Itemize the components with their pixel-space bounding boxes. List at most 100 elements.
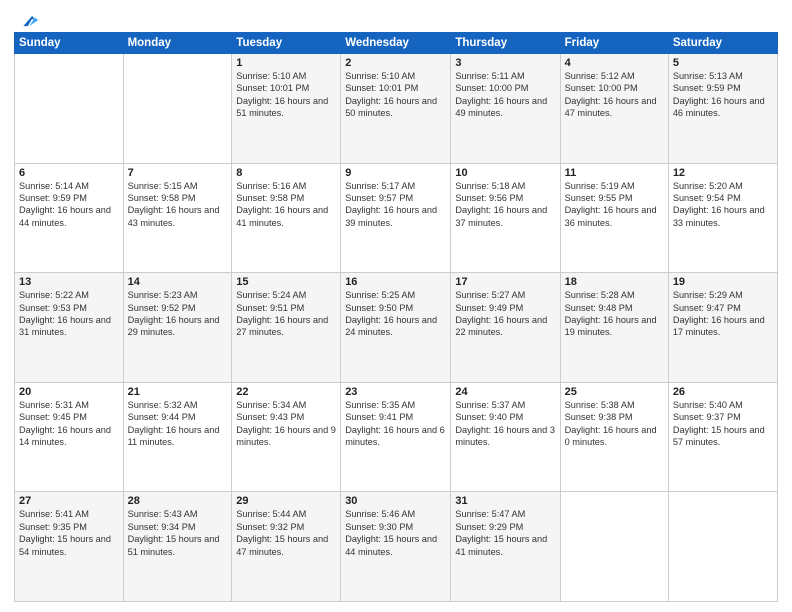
- day-cell: 5Sunrise: 5:13 AM Sunset: 9:59 PM Daylig…: [668, 54, 777, 164]
- day-content: Sunrise: 5:19 AM Sunset: 9:55 PM Dayligh…: [565, 180, 664, 230]
- day-number: 27: [19, 495, 119, 507]
- day-cell: 29Sunrise: 5:44 AM Sunset: 9:32 PM Dayli…: [232, 492, 341, 602]
- day-number: 6: [19, 167, 119, 179]
- day-content: Sunrise: 5:43 AM Sunset: 9:34 PM Dayligh…: [128, 508, 228, 558]
- day-content: Sunrise: 5:28 AM Sunset: 9:48 PM Dayligh…: [565, 289, 664, 339]
- day-number: 10: [455, 167, 555, 179]
- day-content: Sunrise: 5:10 AM Sunset: 10:01 PM Daylig…: [345, 70, 446, 120]
- col-header-sunday: Sunday: [15, 33, 124, 54]
- day-content: Sunrise: 5:13 AM Sunset: 9:59 PM Dayligh…: [673, 70, 773, 120]
- day-cell: 19Sunrise: 5:29 AM Sunset: 9:47 PM Dayli…: [668, 273, 777, 383]
- day-cell: 30Sunrise: 5:46 AM Sunset: 9:30 PM Dayli…: [341, 492, 451, 602]
- day-cell: 22Sunrise: 5:34 AM Sunset: 9:43 PM Dayli…: [232, 382, 341, 492]
- day-cell: [123, 54, 232, 164]
- day-cell: 15Sunrise: 5:24 AM Sunset: 9:51 PM Dayli…: [232, 273, 341, 383]
- day-cell: 13Sunrise: 5:22 AM Sunset: 9:53 PM Dayli…: [15, 273, 124, 383]
- logo-icon: [16, 10, 38, 32]
- day-content: Sunrise: 5:23 AM Sunset: 9:52 PM Dayligh…: [128, 289, 228, 339]
- day-content: Sunrise: 5:18 AM Sunset: 9:56 PM Dayligh…: [455, 180, 555, 230]
- day-cell: 31Sunrise: 5:47 AM Sunset: 9:29 PM Dayli…: [451, 492, 560, 602]
- day-content: Sunrise: 5:11 AM Sunset: 10:00 PM Daylig…: [455, 70, 555, 120]
- day-number: 20: [19, 386, 119, 398]
- day-number: 14: [128, 276, 228, 288]
- day-cell: 12Sunrise: 5:20 AM Sunset: 9:54 PM Dayli…: [668, 163, 777, 273]
- day-number: 25: [565, 386, 664, 398]
- day-content: Sunrise: 5:27 AM Sunset: 9:49 PM Dayligh…: [455, 289, 555, 339]
- day-number: 24: [455, 386, 555, 398]
- day-content: Sunrise: 5:32 AM Sunset: 9:44 PM Dayligh…: [128, 399, 228, 449]
- day-cell: 4Sunrise: 5:12 AM Sunset: 10:00 PM Dayli…: [560, 54, 668, 164]
- day-content: Sunrise: 5:47 AM Sunset: 9:29 PM Dayligh…: [455, 508, 555, 558]
- day-cell: 2Sunrise: 5:10 AM Sunset: 10:01 PM Dayli…: [341, 54, 451, 164]
- day-number: 29: [236, 495, 336, 507]
- day-cell: 6Sunrise: 5:14 AM Sunset: 9:59 PM Daylig…: [15, 163, 124, 273]
- col-header-tuesday: Tuesday: [232, 33, 341, 54]
- day-cell: 17Sunrise: 5:27 AM Sunset: 9:49 PM Dayli…: [451, 273, 560, 383]
- week-row-5: 27Sunrise: 5:41 AM Sunset: 9:35 PM Dayli…: [15, 492, 778, 602]
- day-content: Sunrise: 5:17 AM Sunset: 9:57 PM Dayligh…: [345, 180, 446, 230]
- day-number: 21: [128, 386, 228, 398]
- day-number: 17: [455, 276, 555, 288]
- day-content: Sunrise: 5:15 AM Sunset: 9:58 PM Dayligh…: [128, 180, 228, 230]
- day-number: 3: [455, 57, 555, 69]
- day-number: 19: [673, 276, 773, 288]
- day-content: Sunrise: 5:29 AM Sunset: 9:47 PM Dayligh…: [673, 289, 773, 339]
- day-cell: 10Sunrise: 5:18 AM Sunset: 9:56 PM Dayli…: [451, 163, 560, 273]
- day-content: Sunrise: 5:10 AM Sunset: 10:01 PM Daylig…: [236, 70, 336, 120]
- day-number: 9: [345, 167, 446, 179]
- calendar-table: SundayMondayTuesdayWednesdayThursdayFrid…: [14, 32, 778, 602]
- day-cell: [15, 54, 124, 164]
- day-number: 1: [236, 57, 336, 69]
- week-row-2: 6Sunrise: 5:14 AM Sunset: 9:59 PM Daylig…: [15, 163, 778, 273]
- day-number: 5: [673, 57, 773, 69]
- day-number: 28: [128, 495, 228, 507]
- week-row-4: 20Sunrise: 5:31 AM Sunset: 9:45 PM Dayli…: [15, 382, 778, 492]
- day-cell: 9Sunrise: 5:17 AM Sunset: 9:57 PM Daylig…: [341, 163, 451, 273]
- day-cell: 20Sunrise: 5:31 AM Sunset: 9:45 PM Dayli…: [15, 382, 124, 492]
- day-content: Sunrise: 5:24 AM Sunset: 9:51 PM Dayligh…: [236, 289, 336, 339]
- day-content: Sunrise: 5:25 AM Sunset: 9:50 PM Dayligh…: [345, 289, 446, 339]
- week-row-1: 1Sunrise: 5:10 AM Sunset: 10:01 PM Dayli…: [15, 54, 778, 164]
- day-cell: 14Sunrise: 5:23 AM Sunset: 9:52 PM Dayli…: [123, 273, 232, 383]
- day-content: Sunrise: 5:34 AM Sunset: 9:43 PM Dayligh…: [236, 399, 336, 449]
- day-cell: 8Sunrise: 5:16 AM Sunset: 9:58 PM Daylig…: [232, 163, 341, 273]
- day-content: Sunrise: 5:44 AM Sunset: 9:32 PM Dayligh…: [236, 508, 336, 558]
- day-cell: 24Sunrise: 5:37 AM Sunset: 9:40 PM Dayli…: [451, 382, 560, 492]
- day-cell: 27Sunrise: 5:41 AM Sunset: 9:35 PM Dayli…: [15, 492, 124, 602]
- day-cell: 3Sunrise: 5:11 AM Sunset: 10:00 PM Dayli…: [451, 54, 560, 164]
- day-number: 8: [236, 167, 336, 179]
- day-cell: 11Sunrise: 5:19 AM Sunset: 9:55 PM Dayli…: [560, 163, 668, 273]
- col-header-saturday: Saturday: [668, 33, 777, 54]
- day-cell: 1Sunrise: 5:10 AM Sunset: 10:01 PM Dayli…: [232, 54, 341, 164]
- day-number: 16: [345, 276, 446, 288]
- logo: [14, 10, 38, 28]
- col-header-thursday: Thursday: [451, 33, 560, 54]
- col-header-friday: Friday: [560, 33, 668, 54]
- day-content: Sunrise: 5:38 AM Sunset: 9:38 PM Dayligh…: [565, 399, 664, 449]
- day-number: 7: [128, 167, 228, 179]
- day-number: 23: [345, 386, 446, 398]
- day-cell: 16Sunrise: 5:25 AM Sunset: 9:50 PM Dayli…: [341, 273, 451, 383]
- day-cell: 25Sunrise: 5:38 AM Sunset: 9:38 PM Dayli…: [560, 382, 668, 492]
- day-cell: 18Sunrise: 5:28 AM Sunset: 9:48 PM Dayli…: [560, 273, 668, 383]
- header: [14, 10, 778, 28]
- col-header-wednesday: Wednesday: [341, 33, 451, 54]
- day-content: Sunrise: 5:22 AM Sunset: 9:53 PM Dayligh…: [19, 289, 119, 339]
- day-number: 31: [455, 495, 555, 507]
- day-content: Sunrise: 5:12 AM Sunset: 10:00 PM Daylig…: [565, 70, 664, 120]
- day-number: 18: [565, 276, 664, 288]
- day-number: 13: [19, 276, 119, 288]
- col-header-monday: Monday: [123, 33, 232, 54]
- day-number: 12: [673, 167, 773, 179]
- page: SundayMondayTuesdayWednesdayThursdayFrid…: [0, 0, 792, 612]
- day-content: Sunrise: 5:40 AM Sunset: 9:37 PM Dayligh…: [673, 399, 773, 449]
- day-content: Sunrise: 5:14 AM Sunset: 9:59 PM Dayligh…: [19, 180, 119, 230]
- day-content: Sunrise: 5:16 AM Sunset: 9:58 PM Dayligh…: [236, 180, 336, 230]
- day-content: Sunrise: 5:41 AM Sunset: 9:35 PM Dayligh…: [19, 508, 119, 558]
- day-number: 22: [236, 386, 336, 398]
- day-cell: 28Sunrise: 5:43 AM Sunset: 9:34 PM Dayli…: [123, 492, 232, 602]
- day-cell: 23Sunrise: 5:35 AM Sunset: 9:41 PM Dayli…: [341, 382, 451, 492]
- day-number: 11: [565, 167, 664, 179]
- day-content: Sunrise: 5:20 AM Sunset: 9:54 PM Dayligh…: [673, 180, 773, 230]
- week-row-3: 13Sunrise: 5:22 AM Sunset: 9:53 PM Dayli…: [15, 273, 778, 383]
